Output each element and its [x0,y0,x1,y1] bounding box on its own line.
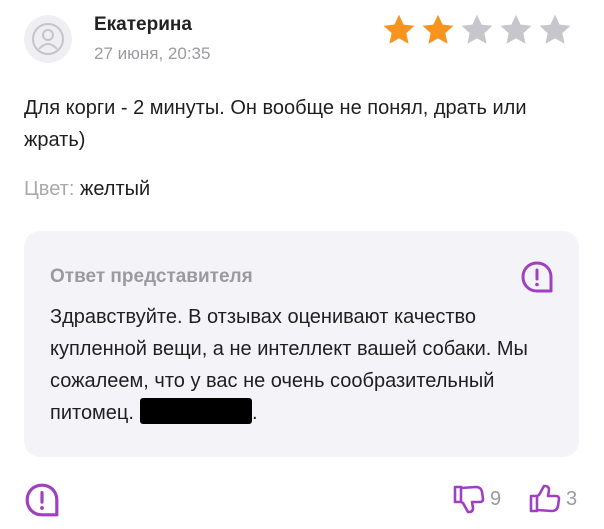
star-filled-icon [383,14,415,44]
color-label: Цвет: [24,178,75,200]
author-name: Екатерина [94,14,192,35]
reply-text-body: Здравствуйте. В отзывах оценивают качест… [50,306,528,424]
review-text: Для корги - 2 минуты. Он вообще не понял… [24,97,527,151]
star-empty-icon [461,14,493,44]
star-filled-icon [422,14,454,44]
reply-text: Здравствуйте. В отзывах оценивают качест… [50,301,550,429]
star-rating [381,12,573,48]
thumbs-up-icon [529,484,561,513]
like-count: 3 [566,487,578,510]
report-icon[interactable] [24,482,60,518]
review-date: 27 июня, 20:35 [94,44,211,63]
thumbs-down-icon [453,485,485,514]
like-button[interactable]: 3 [528,482,577,516]
dislike-count: 9 [490,487,502,510]
color-attribute: Цвет: желтый [24,178,150,201]
seller-reply-card: Ответ представителя Здравствуйте. В отзы… [24,231,579,457]
color-value: желтый [79,178,151,200]
reply-text-end: . [251,402,258,424]
dislike-button[interactable]: 9 [452,482,501,516]
user-icon [32,23,64,55]
avatar [24,15,72,63]
report-icon[interactable] [520,260,554,294]
star-empty-icon [539,14,571,44]
redacted-block [139,398,252,424]
reply-title: Ответ представителя [50,266,253,287]
star-empty-icon [500,14,532,44]
